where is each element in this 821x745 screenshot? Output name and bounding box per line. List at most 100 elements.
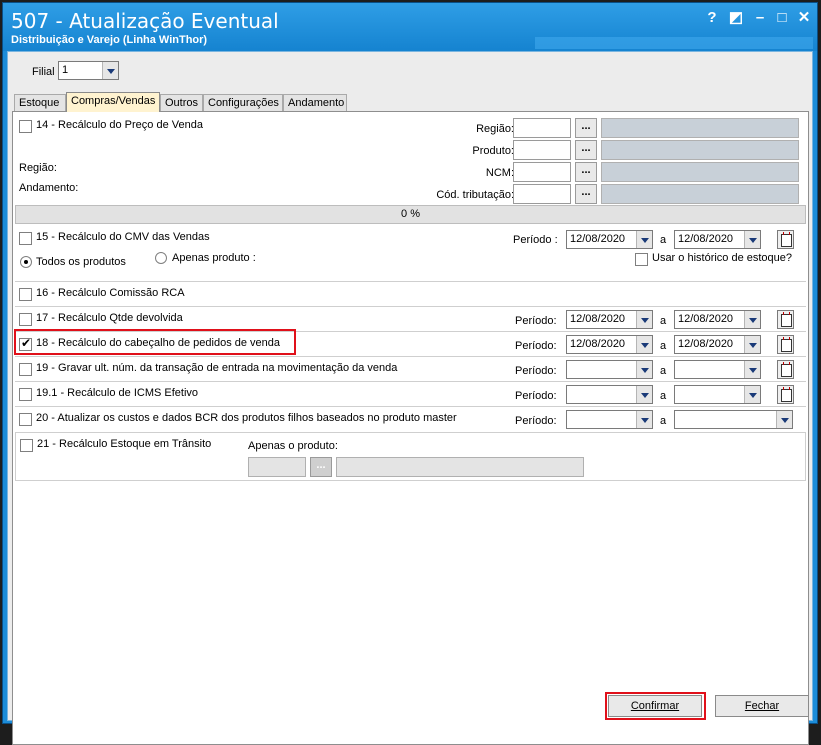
chevron-down-icon[interactable] bbox=[744, 231, 760, 248]
a-label-15: a bbox=[660, 234, 667, 246]
chevron-down-icon[interactable] bbox=[636, 231, 652, 248]
calendar-icon[interactable] bbox=[777, 335, 794, 354]
highlight-box-18 bbox=[14, 329, 296, 355]
cod-tributacao-field-label: Cód. tributação: bbox=[436, 189, 514, 201]
cod-tributacao-input[interactable] bbox=[513, 184, 571, 204]
chevron-down-icon[interactable] bbox=[744, 386, 760, 403]
ncm-field-label: NCM: bbox=[485, 167, 514, 179]
calendar-icon[interactable] bbox=[777, 230, 794, 249]
date-from-18[interactable]: 12/08/2020 bbox=[566, 335, 653, 354]
section-16-label: 16 - Recálculo Comissão RCA bbox=[36, 287, 185, 299]
date-to-20[interactable] bbox=[674, 410, 793, 429]
a-label-18: a bbox=[660, 340, 667, 352]
date-from-15[interactable]: 12/08/2020 bbox=[566, 230, 653, 249]
date-from-20[interactable] bbox=[566, 410, 653, 429]
checkbox-21[interactable] bbox=[20, 439, 33, 452]
highlight-box-confirm bbox=[605, 692, 706, 720]
checkbox-19-1[interactable] bbox=[19, 388, 32, 401]
produto-21-input[interactable] bbox=[248, 457, 306, 477]
section-17-label: 17 - Recálculo Qtde devolvida bbox=[36, 312, 183, 324]
checkbox-usar-historico[interactable] bbox=[635, 253, 648, 266]
date-to-19[interactable] bbox=[674, 360, 761, 379]
regiao-lookup-button[interactable]: ... bbox=[575, 118, 597, 138]
tab-configuracoes[interactable]: Configurações bbox=[203, 94, 283, 111]
regiao-input[interactable] bbox=[513, 118, 571, 138]
checkbox-19[interactable] bbox=[19, 363, 32, 376]
calendar-icon[interactable] bbox=[777, 385, 794, 404]
help-icon[interactable]: ? bbox=[703, 9, 721, 27]
section-19-1-label: 19.1 - Recálculo de ICMS Efetivo bbox=[36, 387, 199, 399]
a-label-19-1: a bbox=[660, 390, 667, 402]
section-21-label: 21 - Recálculo Estoque em Trânsito bbox=[37, 438, 212, 450]
section-14-label: 14 - Recálculo do Preço de Venda bbox=[36, 119, 203, 131]
chevron-down-icon[interactable] bbox=[636, 336, 652, 353]
date-to-18[interactable]: 12/08/2020 bbox=[674, 335, 761, 354]
window-content: Filial 1 Estoque Compras/Vendas Outros C… bbox=[7, 51, 813, 745]
section-20-label: 20 - Atualizar os custos e dados BCR dos… bbox=[36, 412, 457, 424]
calendar-icon[interactable] bbox=[777, 310, 794, 329]
close-icon[interactable]: ✕ bbox=[795, 9, 813, 27]
minimize-icon[interactable]: – bbox=[751, 9, 769, 27]
date-to-17-value: 12/08/2020 bbox=[678, 313, 734, 325]
calendar-icon[interactable] bbox=[777, 360, 794, 379]
date-to-17[interactable]: 12/08/2020 bbox=[674, 310, 761, 329]
periodo-label-15: Período : bbox=[513, 234, 558, 246]
section-15: 15 - Recálculo do CMV das Vendas Período… bbox=[15, 226, 806, 282]
usar-historico-label: Usar o histórico de estoque? bbox=[652, 252, 793, 264]
tab-andamento[interactable]: Andamento bbox=[283, 94, 347, 111]
section-20: 20 - Atualizar os custos e dados BCR dos… bbox=[15, 407, 806, 433]
info-regiao-label: Região: bbox=[19, 162, 57, 174]
tab-outros[interactable]: Outros bbox=[160, 94, 203, 111]
ncm-input[interactable] bbox=[513, 162, 571, 182]
date-from-18-value: 12/08/2020 bbox=[570, 338, 626, 350]
apenas-produto-label: Apenas o produto: bbox=[248, 440, 338, 452]
chevron-down-icon[interactable] bbox=[636, 411, 652, 428]
radio-todos-produtos-label: Todos os produtos bbox=[36, 256, 126, 268]
radio-apenas-produto[interactable] bbox=[155, 252, 167, 264]
close-button-label: Fechar bbox=[744, 700, 780, 712]
a-label-20: a bbox=[660, 415, 667, 427]
chevron-down-icon[interactable] bbox=[744, 361, 760, 378]
checkbox-14[interactable] bbox=[19, 120, 32, 133]
ncm-lookup-button[interactable]: ... bbox=[575, 162, 597, 182]
progress-bar: 0 % bbox=[15, 205, 806, 224]
chevron-down-icon[interactable] bbox=[636, 311, 652, 328]
filial-value: 1 bbox=[62, 64, 69, 76]
filial-select[interactable]: 1 bbox=[58, 61, 119, 80]
date-to-19-1[interactable] bbox=[674, 385, 761, 404]
checkbox-16[interactable] bbox=[19, 288, 32, 301]
date-from-19-1[interactable] bbox=[566, 385, 653, 404]
maximize-icon[interactable]: □ bbox=[773, 9, 791, 27]
chevron-down-icon[interactable] bbox=[636, 386, 652, 403]
date-from-15-value: 12/08/2020 bbox=[570, 233, 626, 245]
radio-todos-produtos[interactable] bbox=[20, 256, 32, 268]
produto-lookup-button[interactable]: ... bbox=[575, 140, 597, 160]
cod-tributacao-lookup-button[interactable]: ... bbox=[575, 184, 597, 204]
chevron-down-icon[interactable] bbox=[744, 311, 760, 328]
cod-tributacao-description bbox=[601, 184, 799, 204]
date-to-15[interactable]: 12/08/2020 bbox=[674, 230, 761, 249]
checkbox-15[interactable] bbox=[19, 232, 32, 245]
edit-icon[interactable]: ◩ bbox=[727, 9, 745, 27]
section-14: 14 - Recálculo do Preço de Venda Região:… bbox=[15, 114, 806, 204]
checkbox-17[interactable] bbox=[19, 313, 32, 326]
produto-21-description bbox=[336, 457, 584, 477]
periodo-label-20: Período: bbox=[515, 415, 557, 427]
chevron-down-icon[interactable] bbox=[636, 361, 652, 378]
date-from-19[interactable] bbox=[566, 360, 653, 379]
title-decoration bbox=[535, 37, 813, 49]
produto-21-lookup-button[interactable]: ... bbox=[310, 457, 332, 477]
ncm-description bbox=[601, 162, 799, 182]
date-from-17[interactable]: 12/08/2020 bbox=[566, 310, 653, 329]
tab-estoque[interactable]: Estoque bbox=[14, 94, 66, 111]
tab-compras-vendas[interactable]: Compras/Vendas bbox=[66, 92, 160, 112]
checkbox-20[interactable] bbox=[19, 413, 32, 426]
window-title: 507 - Atualização Eventual bbox=[11, 9, 279, 33]
section-21: 21 - Recálculo Estoque em Trânsito Apena… bbox=[15, 433, 806, 481]
chevron-down-icon[interactable] bbox=[102, 62, 118, 79]
periodo-label-18: Período: bbox=[515, 340, 557, 352]
chevron-down-icon[interactable] bbox=[744, 336, 760, 353]
close-button[interactable]: Fechar bbox=[715, 695, 809, 717]
chevron-down-icon[interactable] bbox=[776, 411, 792, 428]
produto-input[interactable] bbox=[513, 140, 571, 160]
